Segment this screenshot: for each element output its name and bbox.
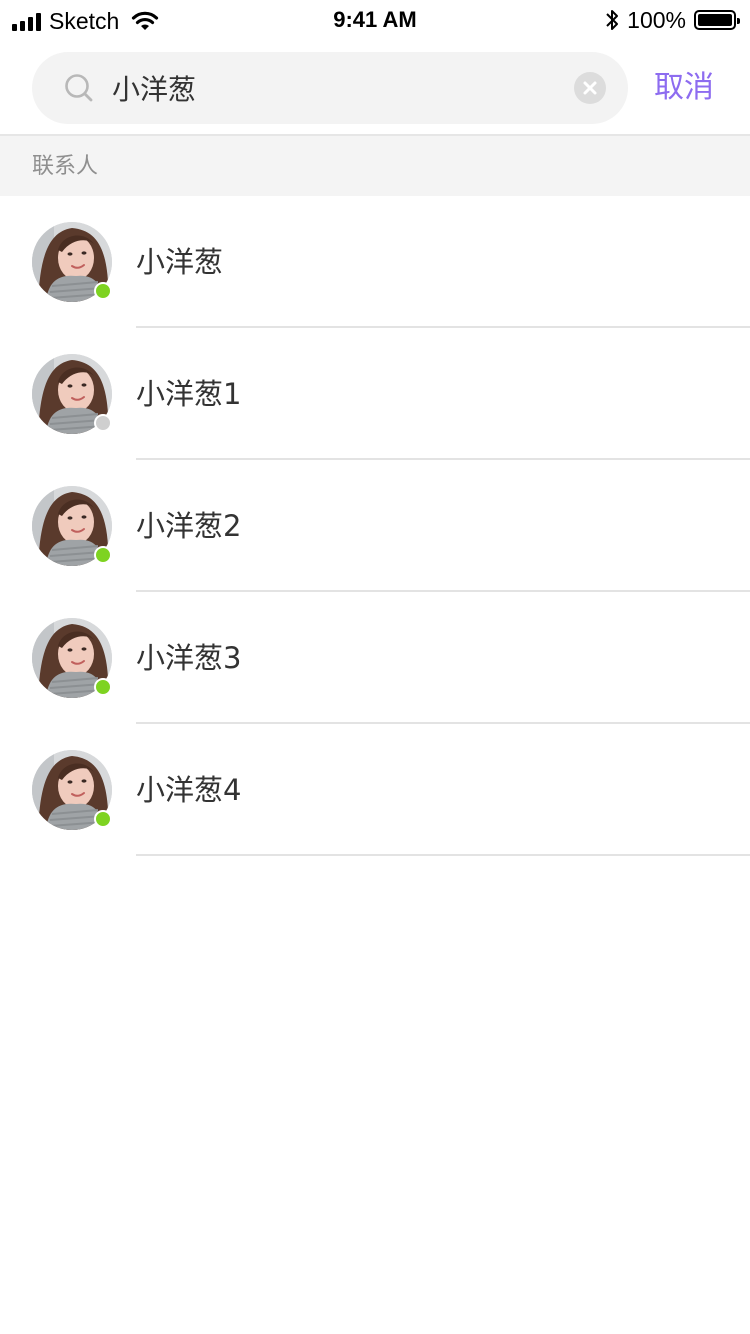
search-input[interactable] [112,52,552,124]
online-status-dot [94,546,112,564]
clear-icon [583,81,597,95]
battery-cap [737,18,740,24]
online-status-dot [94,810,112,828]
contact-list: 小洋葱 小洋葱1 小洋葱2 小洋葱3 小洋葱4 [0,196,750,856]
contact-row-3[interactable]: 小洋葱3 [0,592,750,724]
battery-icon [694,10,740,30]
bluetooth-icon [606,10,619,30]
online-status-dot [94,282,112,300]
contact-row-4[interactable]: 小洋葱4 [0,724,750,856]
contact-row-2[interactable]: 小洋葱2 [0,460,750,592]
clear-search-button[interactable] [574,72,606,104]
avatar-wrap [32,618,112,698]
battery-fill [698,14,732,26]
contact-row-1[interactable]: 小洋葱1 [0,328,750,460]
search-header: 取消 [0,40,750,134]
search-screen: Sketch 9:41 AM 100% 小洋葱 取消 联系人 小洋葱 小洋葱1 … [0,0,750,1334]
contact-name: 小洋葱1 [136,377,242,411]
contact-name: 小洋葱3 [136,641,242,675]
contact-row-0[interactable]: 小洋葱 [0,196,750,328]
search-box[interactable] [32,52,628,124]
cancel-button[interactable]: 取消 [654,68,714,108]
battery-percent: 100% [627,7,686,33]
avatar-wrap [32,222,112,302]
row-divider [136,854,750,856]
status-bar-right: 100% [605,7,740,33]
avatar-wrap [32,354,112,434]
status-bar: Sketch 9:41 AM 100% [0,0,750,40]
search-icon [65,74,93,102]
avatar-wrap [32,750,112,830]
online-status-dot [94,678,112,696]
avatar-wrap [32,486,112,566]
contact-name: 小洋葱 [136,245,224,279]
contact-name: 小洋葱4 [136,773,242,807]
section-header-contacts: 联系人 [0,136,750,196]
offline-status-dot [94,414,112,432]
contact-name: 小洋葱2 [136,509,242,543]
